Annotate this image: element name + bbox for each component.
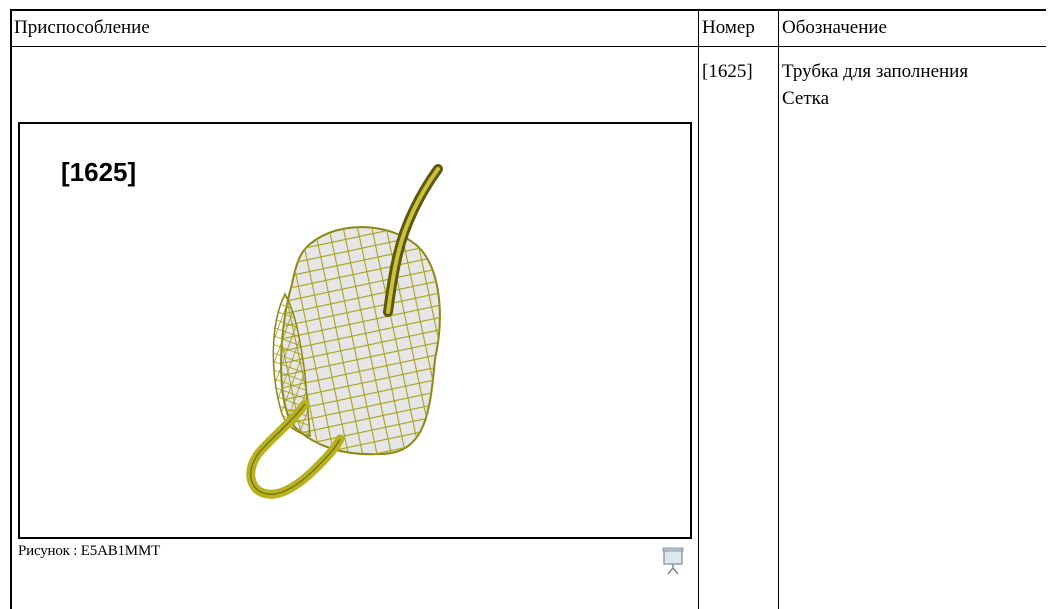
figure-caption: Рисунок : E5AB1MMT: [18, 543, 161, 559]
presentation-view-icon[interactable]: [662, 547, 684, 575]
figure-image[interactable]: [1625]: [18, 122, 692, 539]
header-number: Номер: [702, 17, 755, 38]
row-designation-line-2: Сетка: [782, 88, 830, 109]
header-divider: [10, 46, 1046, 47]
header-designation: Обозначение: [782, 17, 887, 38]
row-number: [1625]: [702, 61, 753, 82]
column-divider-designation: [778, 9, 779, 609]
filling-tube-mesh-illustration: [246, 164, 443, 499]
header-fixture: Приспособление: [14, 17, 150, 38]
column-divider-number: [698, 9, 699, 609]
row-designation-line-1: Трубка для заполнения: [782, 61, 969, 82]
